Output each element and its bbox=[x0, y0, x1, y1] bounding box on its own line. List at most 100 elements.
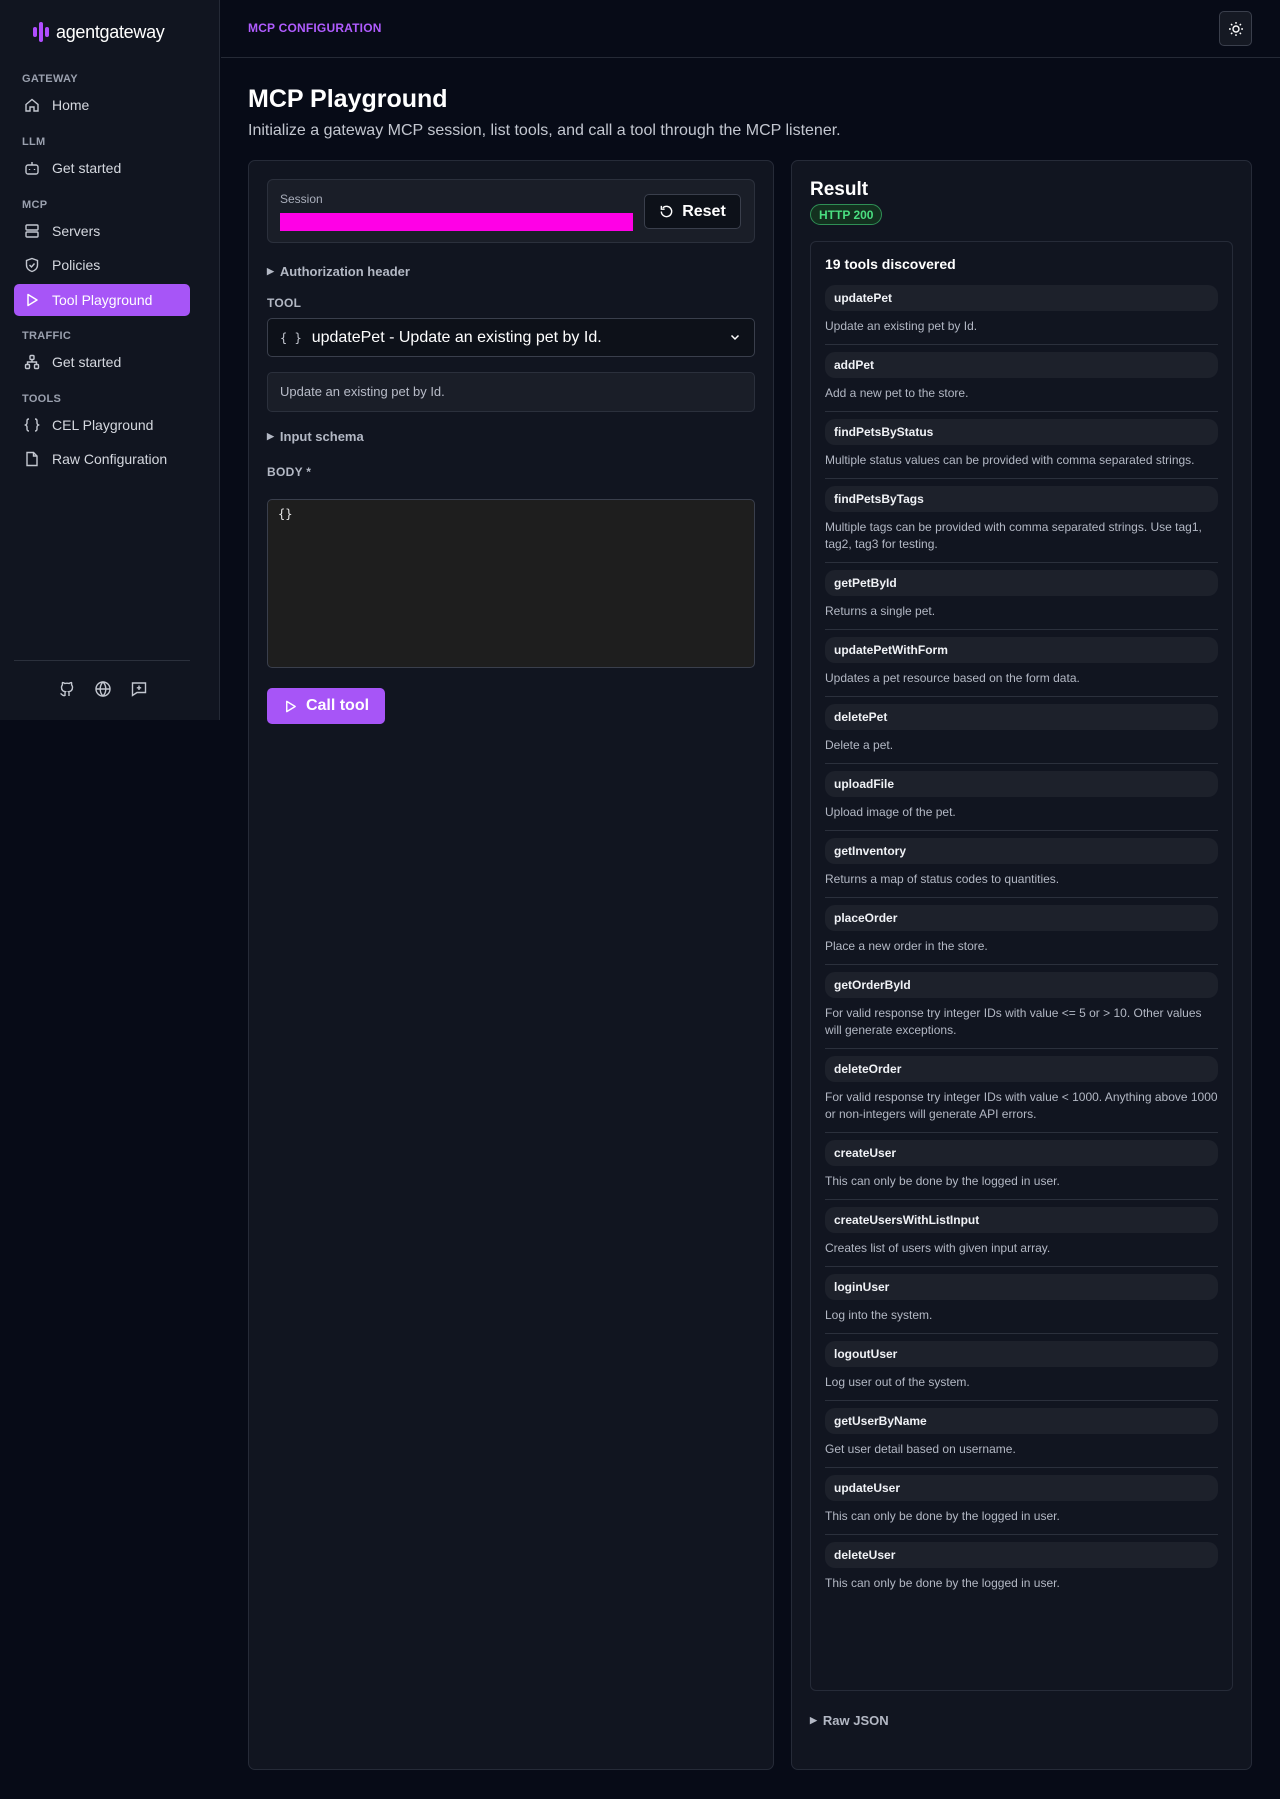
tool-name: updatePet bbox=[825, 285, 1218, 311]
tool-name: getInventory bbox=[825, 838, 1218, 864]
sidebar-item-label: Get started bbox=[52, 160, 122, 176]
tool-item: updatePet Update an existing pet by Id. bbox=[825, 278, 1218, 345]
sidebar-divider bbox=[14, 660, 190, 661]
tool-name: findPetsByStatus bbox=[825, 419, 1218, 445]
body-editor[interactable]: {} bbox=[267, 499, 755, 668]
tool-select-value: updatePet - Update an existing pet by Id… bbox=[311, 328, 602, 346]
tool-name: loginUser bbox=[825, 1274, 1218, 1300]
sidebar-item-label: Policies bbox=[52, 257, 101, 273]
tool-name: addPet bbox=[825, 352, 1218, 378]
tool-description: Log user out of the system. bbox=[825, 1375, 970, 1389]
authorization-header-toggle[interactable]: ▶ Authorization header bbox=[267, 264, 410, 279]
status-badge: HTTP 200 bbox=[810, 204, 883, 225]
tool-name: createUsersWithListInput bbox=[825, 1207, 1218, 1233]
tool-item: getInventory Returns a map of status code… bbox=[825, 831, 1218, 898]
tool-item: getUserByName Get user detail based on us… bbox=[825, 1401, 1218, 1468]
raw-json-toggle[interactable]: ▶ Raw JSON bbox=[810, 1713, 889, 1728]
tool-description: Delete a pet. bbox=[825, 738, 894, 752]
tool-name: deleteOrder bbox=[825, 1056, 1218, 1082]
feedback-icon[interactable] bbox=[130, 680, 148, 698]
tool-item: updateUser This can only be done by the l… bbox=[825, 1468, 1218, 1535]
tool-description: Add a new pet to the store. bbox=[825, 386, 969, 400]
tool-name: logoutUser bbox=[825, 1341, 1218, 1367]
triangle-right-icon: ▶ bbox=[810, 1715, 817, 1725]
sun-icon bbox=[1228, 21, 1243, 36]
tool-item: getOrderById For valid response try integ… bbox=[825, 965, 1218, 1049]
sidebar-item-tool-playground[interactable]: Tool Playground bbox=[14, 284, 190, 316]
tool-item: deletePet Delete a pet. bbox=[825, 697, 1218, 764]
tool-description: Multiple tags can be provided with comma… bbox=[825, 520, 1202, 551]
sidebar-item-policies[interactable]: Policies bbox=[14, 249, 190, 281]
tools-list: 19 tools discovered updatePet Update an e… bbox=[810, 241, 1233, 1691]
session-box: Session Reset bbox=[267, 179, 755, 243]
input-schema-toggle[interactable]: ▶ Input schema bbox=[267, 429, 364, 444]
tool-select[interactable]: { } updatePet - Update an existing pet b… bbox=[267, 318, 755, 357]
tool-item: logoutUser Log user out of the system. bbox=[825, 1334, 1218, 1401]
play-icon bbox=[27, 293, 38, 307]
sidebar-item-cel-playground[interactable]: CEL Playground bbox=[14, 409, 190, 441]
tool-item: placeOrder Place a new order in the store… bbox=[825, 898, 1218, 965]
tool-description: This can only be done by the logged in u… bbox=[825, 1174, 1060, 1188]
braces-icon: { } bbox=[280, 330, 302, 345]
braces-icon bbox=[24, 418, 40, 432]
request-panel: Session Reset ▶ Authorization header TOO… bbox=[248, 160, 774, 1770]
sidebar-item-servers[interactable]: Servers bbox=[14, 215, 190, 247]
session-value bbox=[280, 213, 633, 231]
tool-description: Place a new order in the store. bbox=[825, 939, 988, 953]
tool-name: findPetsByTags bbox=[825, 486, 1218, 512]
sidebar-item-label: Tool Playground bbox=[52, 292, 153, 308]
tool-description: Multiple status values can be provided w… bbox=[825, 453, 1195, 467]
tool-item: findPetsByStatus Multiple status values c… bbox=[825, 412, 1218, 479]
sidebar-item-llm-get-started[interactable]: Get started bbox=[14, 152, 190, 184]
tool-item: findPetsByTags Multiple tags can be provi… bbox=[825, 479, 1218, 563]
globe-icon[interactable] bbox=[94, 680, 112, 698]
tool-item: loginUser Log into the system. bbox=[825, 1267, 1218, 1334]
tool-description: This can only be done by the logged in u… bbox=[825, 1576, 1060, 1590]
raw-json-label: Raw JSON bbox=[822, 1713, 889, 1728]
tool-name: getUserByName bbox=[825, 1408, 1218, 1434]
tool-name: deleteUser bbox=[825, 1542, 1218, 1568]
theme-toggle-button[interactable] bbox=[1219, 11, 1252, 46]
sidebar-item-home[interactable]: Home bbox=[14, 89, 190, 121]
tool-item: addPet Add a new pet to the store. bbox=[825, 345, 1218, 412]
input-schema-label: Input schema bbox=[279, 429, 364, 444]
tool-description: Returns a map of status codes to quantit… bbox=[825, 872, 1060, 886]
sidebar: agentgateway GATEWAY Home LLM Get starte… bbox=[0, 0, 220, 720]
tool-description: Get user detail based on username. bbox=[825, 1442, 1016, 1456]
tool-item: createUsersWithListInput Creates list of … bbox=[825, 1200, 1218, 1267]
tool-item: deleteOrder For valid response try intege… bbox=[825, 1049, 1218, 1133]
breadcrumb[interactable]: MCP CONFIGURATION bbox=[248, 21, 382, 35]
logo-text: agentgateway bbox=[56, 21, 165, 42]
sidebar-item-traffic-get-started[interactable]: Get started bbox=[14, 346, 190, 378]
tool-name: updatePetWithForm bbox=[825, 637, 1218, 663]
logo[interactable]: agentgateway bbox=[33, 21, 165, 43]
tool-item: deleteUser This can only be done by the l… bbox=[825, 1535, 1218, 1601]
reset-button[interactable]: Reset bbox=[644, 194, 741, 229]
sidebar-footer bbox=[58, 680, 148, 698]
tool-description: For valid response try integer IDs with … bbox=[825, 1090, 1218, 1121]
logo-icon bbox=[33, 22, 49, 42]
section-label-tools: TOOLS bbox=[22, 393, 62, 405]
tool-name: createUser bbox=[825, 1140, 1218, 1166]
tool-name: placeOrder bbox=[825, 905, 1218, 931]
tool-label: TOOL bbox=[267, 296, 302, 310]
tool-item: uploadFile Upload image of the pet. bbox=[825, 764, 1218, 831]
play-icon bbox=[285, 700, 296, 712]
shield-icon bbox=[25, 257, 39, 273]
tool-item: getPetById Returns a single pet. bbox=[825, 563, 1218, 630]
tool-name: uploadFile bbox=[825, 771, 1218, 797]
reset-icon bbox=[660, 205, 673, 218]
bot-icon bbox=[25, 162, 39, 175]
triangle-right-icon: ▶ bbox=[267, 431, 274, 441]
page-title: MCP Playground bbox=[248, 85, 448, 113]
server-icon bbox=[25, 224, 39, 238]
tool-item: updatePetWithForm Updates a pet resource … bbox=[825, 630, 1218, 697]
tool-description: Updates a pet resource based on the form… bbox=[825, 671, 1080, 685]
sidebar-item-raw-configuration[interactable]: Raw Configuration bbox=[14, 443, 190, 475]
tool-name: deletePet bbox=[825, 704, 1218, 730]
page-subtitle: Initialize a gateway MCP session, list t… bbox=[248, 122, 841, 139]
github-icon[interactable] bbox=[58, 680, 76, 698]
sidebar-item-label: Raw Configuration bbox=[52, 451, 168, 467]
tool-description: For valid response try integer IDs with … bbox=[825, 1006, 1202, 1037]
call-tool-button[interactable]: Call tool bbox=[267, 688, 385, 724]
